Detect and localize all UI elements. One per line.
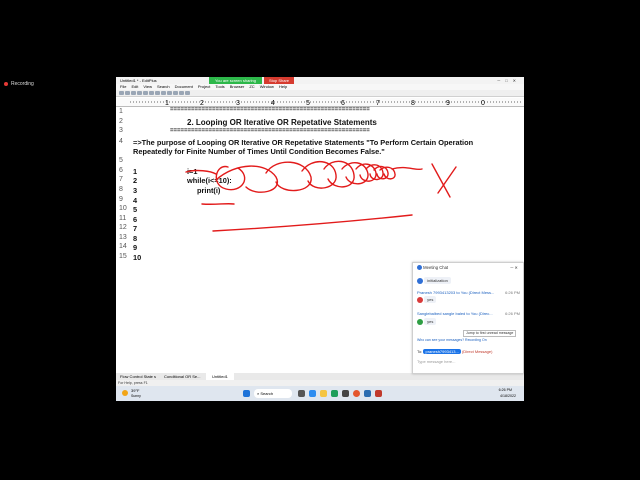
tab-conditional[interactable]: Conditional OR Se... <box>164 373 200 380</box>
redo-icon[interactable] <box>167 91 172 95</box>
chat-input-placeholder: Type message here... <box>417 359 456 364</box>
chat-message-body: yes <box>417 318 520 325</box>
ruler: 1 2 3 4 5 6 7 8 9 0 <box>116 98 524 107</box>
ruler-mark: 9 <box>446 100 450 107</box>
chat-input[interactable]: Type message here... <box>417 359 520 364</box>
zoom-icon[interactable] <box>364 390 371 397</box>
direct-message-label: (Direct Message) <box>461 349 493 354</box>
toolbar <box>116 90 524 97</box>
ruler-mark: 1 <box>165 100 169 107</box>
chat-sender: Pranesh 7993413203 to You (Direct Mess..… <box>417 290 495 295</box>
ruler-mark: 8 <box>411 100 415 107</box>
chat-message-body: yes <box>417 296 520 303</box>
cut-icon[interactable] <box>143 91 148 95</box>
chat-title: Meeting Chat <box>423 265 449 270</box>
window-title: Untitled1 * - EditPlus <box>120 78 157 83</box>
paste-icon[interactable] <box>155 91 160 95</box>
clock-date: 4/18/2022 <box>500 394 516 398</box>
store-icon[interactable] <box>342 390 349 397</box>
find-icon[interactable] <box>173 91 178 95</box>
title-bar: Untitled1 * - EditPlus You are screen sh… <box>116 77 524 84</box>
taskbar: 39°F Sunny ⌕ Search 6:26 PM 4/18/2022 <box>116 386 524 401</box>
avatar <box>417 277 423 284</box>
font-icon[interactable] <box>185 91 190 95</box>
pen-annotation <box>185 160 457 232</box>
weather-icon <box>122 390 128 396</box>
copy-icon[interactable] <box>149 91 154 95</box>
ruler-mark: 0 <box>481 100 485 107</box>
recording-label: Recording <box>11 81 34 87</box>
avatar <box>417 318 423 325</box>
chat-sender: Sanglebalbed sangle baled to You (Direc.… <box>417 311 493 316</box>
editplus-icon[interactable] <box>375 390 382 397</box>
start-icon[interactable] <box>243 390 250 397</box>
tab-flow-control[interactable]: Flow Control State s <box>120 373 156 380</box>
save-icon[interactable] <box>131 91 136 95</box>
avatar <box>417 296 423 303</box>
tab-untitled1[interactable]: Untitled1 <box>206 373 234 380</box>
file-explorer-icon[interactable] <box>320 390 327 397</box>
chat-message: initialization <box>417 277 520 284</box>
weather-desc: Sunny <box>131 394 141 398</box>
chat-header: Meeting Chat ─ ✕ <box>417 265 520 271</box>
chat-message-text: yes <box>424 296 437 303</box>
task-view-icon[interactable] <box>298 390 305 397</box>
ruler-mark: 5 <box>306 100 310 107</box>
to-label: To: <box>417 349 423 354</box>
ruler-mark: 7 <box>376 100 380 107</box>
ruler-mark: 6 <box>341 100 345 107</box>
print-icon[interactable] <box>137 91 142 95</box>
minimize-icon[interactable]: ─ <box>510 265 513 270</box>
replace-icon[interactable] <box>179 91 184 95</box>
record-icon <box>4 82 8 86</box>
ruler-mark: 3 <box>236 100 240 107</box>
undo-icon[interactable] <box>161 91 166 95</box>
close-icon[interactable]: ✕ <box>514 265 518 270</box>
share-banner: You are screen sharing Stop Share <box>209 77 295 84</box>
weather-temp: 39°F <box>131 388 140 393</box>
chat-time: 6:26 PM <box>505 311 520 316</box>
window-controls[interactable]: ─□✕ <box>497 77 521 84</box>
chat-message-text: yes <box>424 318 437 325</box>
edge-icon[interactable] <box>331 390 338 397</box>
chat-message: Pranesh 7993413203 to You (Direct Mess..… <box>417 290 520 295</box>
new-file-icon[interactable] <box>119 91 124 95</box>
jump-to-unread-button[interactable]: Jump to first unread message <box>463 330 517 337</box>
sharing-status: You are screen sharing <box>209 77 262 84</box>
chat-notice[interactable]: Who can see your messages? Recording On <box>417 338 520 342</box>
chat-app-icon <box>417 265 422 271</box>
document-tabs: Flow Control State s Conditional OR Se..… <box>116 373 524 380</box>
meeting-chat-panel: Meeting Chat ─ ✕ initialization Pranesh … <box>412 262 524 374</box>
teams-icon[interactable] <box>309 390 316 397</box>
chat-time: 6:26 PM <box>505 290 520 295</box>
search-icon: ⌕ <box>257 391 260 396</box>
ruler-mark: 4 <box>271 100 275 107</box>
chat-window-controls[interactable]: ─ ✕ <box>510 265 518 270</box>
open-file-icon[interactable] <box>125 91 130 95</box>
maximize-icon[interactable]: □ <box>505 78 512 83</box>
chat-message-text: initialization <box>424 277 451 284</box>
taskbar-search[interactable]: ⌕ Search <box>254 389 292 398</box>
chat-message: Sanglebalbed sangle baled to You (Direc.… <box>417 311 520 316</box>
stop-share-button[interactable]: Stop Share <box>264 77 295 84</box>
chrome-icon[interactable] <box>353 390 360 397</box>
recording-indicator: Recording <box>4 80 34 88</box>
ruler-mark: 2 <box>200 100 204 107</box>
chat-recipient-row: To: pranesh7993413... (Direct Message) <box>417 349 520 354</box>
search-label: Search <box>260 391 274 396</box>
clock-time: 6:26 PM <box>498 388 512 392</box>
recipient-dropdown[interactable]: pranesh7993413... <box>423 349 461 354</box>
close-icon[interactable]: ✕ <box>513 78 521 83</box>
